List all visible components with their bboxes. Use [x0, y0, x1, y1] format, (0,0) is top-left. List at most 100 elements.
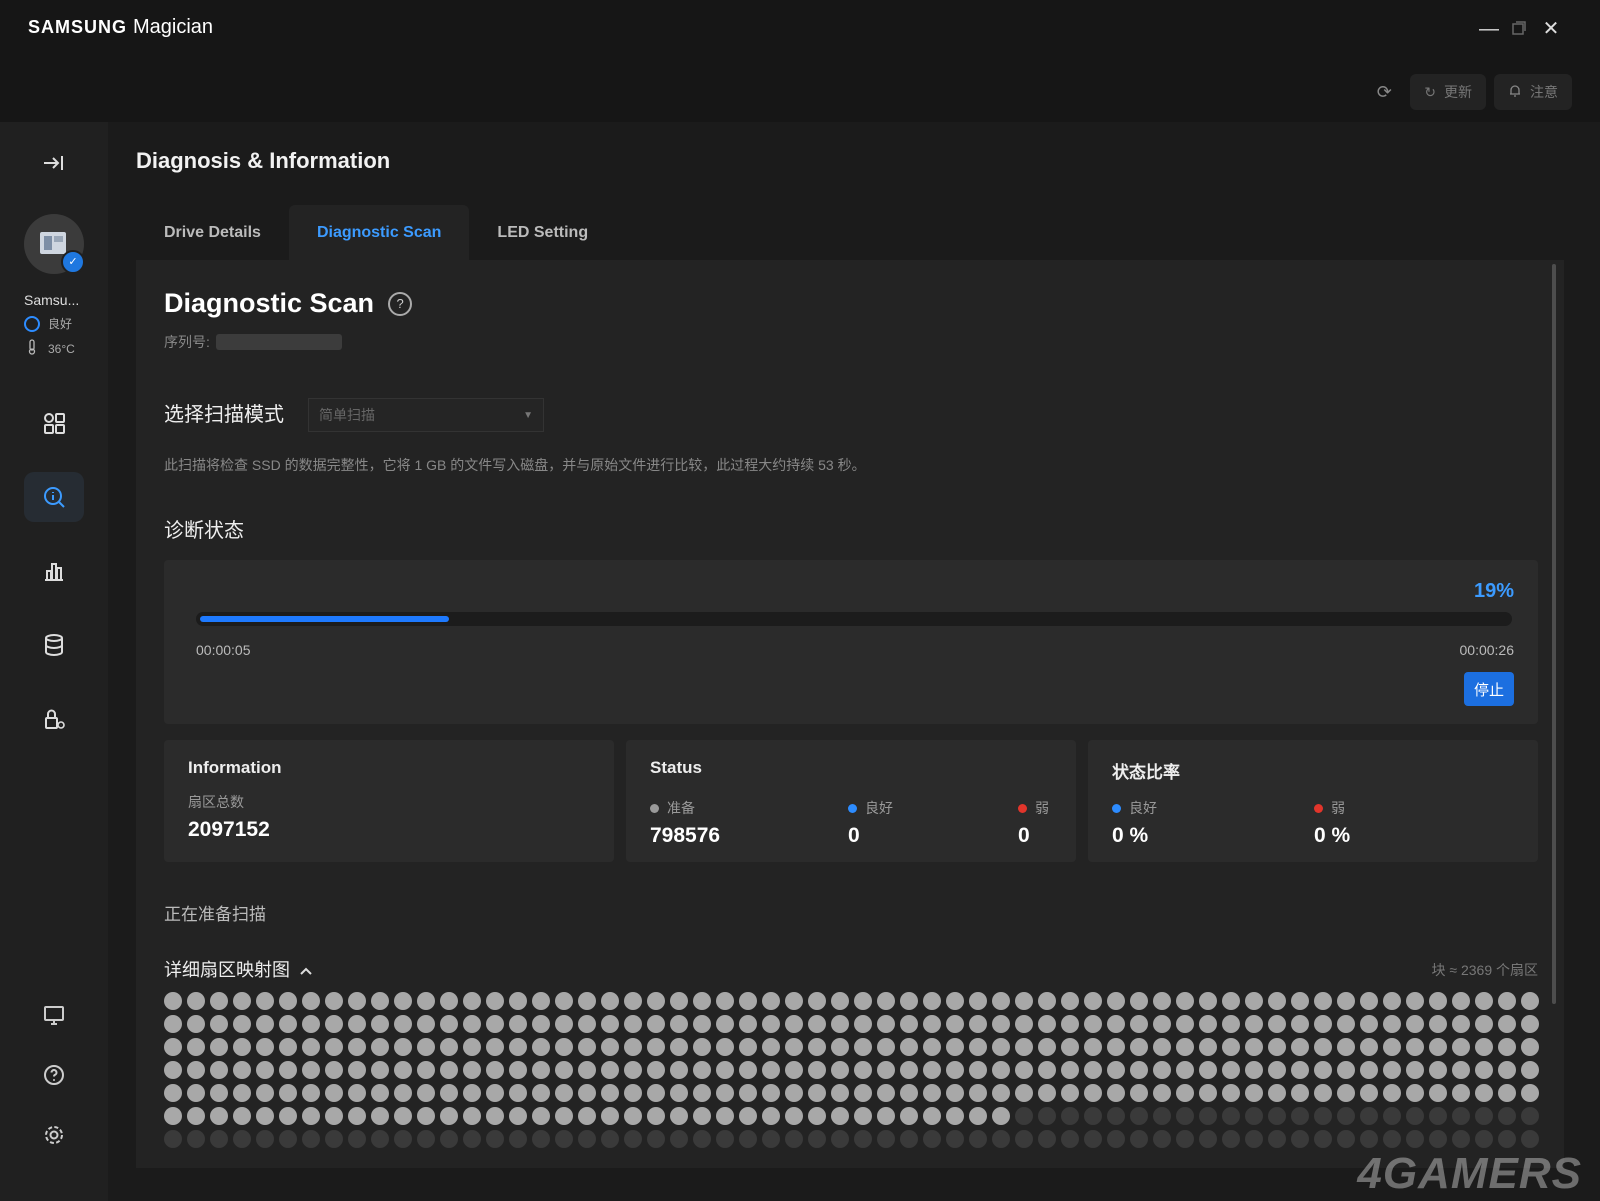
sector-block: [509, 1130, 527, 1148]
sector-block: [1061, 1107, 1079, 1125]
tab-drive-details[interactable]: Drive Details: [136, 205, 289, 260]
benchmark-icon[interactable]: [24, 546, 84, 596]
scan-title: Diagnostic Scan ?: [164, 288, 413, 319]
sector-block: [256, 1130, 274, 1148]
sector-block: [1107, 1038, 1125, 1056]
question-icon[interactable]: ?: [388, 291, 413, 316]
sector-block: [923, 992, 941, 1010]
sector-block: [693, 992, 711, 1010]
sector-block: [1038, 1038, 1056, 1056]
sector-block: [785, 1130, 803, 1148]
sector-block: [877, 1038, 895, 1056]
sector-block: [1521, 992, 1539, 1010]
scrollbar[interactable]: [1552, 264, 1556, 1004]
ratio-good: 良好 0 %: [1112, 798, 1157, 848]
sector-block: [578, 1107, 596, 1125]
diagnosis-icon[interactable]: [24, 472, 84, 522]
tab-led-setting[interactable]: LED Setting: [469, 205, 616, 260]
sector-block: [601, 992, 619, 1010]
sector-block: [1199, 1015, 1217, 1033]
serial-label: 序列号:: [164, 334, 210, 350]
sector-block: [1383, 1015, 1401, 1033]
scan-mode-select[interactable]: 简单扫描 ▼: [308, 398, 544, 432]
update-label: 更新: [1444, 84, 1472, 100]
dashboard-icon[interactable]: [24, 398, 84, 448]
sector-block: [1084, 1038, 1102, 1056]
data-management-icon[interactable]: [24, 620, 84, 670]
sector-block: [647, 1107, 665, 1125]
sector-block: [1314, 1061, 1332, 1079]
security-icon[interactable]: [24, 694, 84, 744]
maximize-icon[interactable]: [1504, 14, 1534, 44]
sector-block: [854, 1130, 872, 1148]
sector-block: [1360, 1015, 1378, 1033]
ready-value: 798576: [650, 824, 721, 847]
sector-block: [348, 1084, 366, 1102]
sector-block: [1107, 1130, 1125, 1148]
sector-block: [670, 1130, 688, 1148]
sector-block: [969, 1015, 987, 1033]
sector-block: [210, 992, 228, 1010]
sector-block: [210, 1107, 228, 1125]
display-icon[interactable]: [24, 990, 84, 1040]
brand-name: SAMSUNG: [28, 17, 128, 37]
status-card: Status 准备 798576 良好 0 弱 0: [626, 740, 1076, 862]
update-button[interactable]: ↻ 更新: [1410, 74, 1486, 110]
ready-dot-icon: [650, 803, 659, 813]
sector-block: [325, 1084, 343, 1102]
block-size-note: 块 ≈ 2369 个扇区: [1431, 962, 1539, 978]
ratio-weak: 弱 0 %: [1314, 798, 1350, 848]
sector-block: [808, 1061, 826, 1079]
sector-block: [256, 1015, 274, 1033]
sector-block: [647, 1015, 665, 1033]
sector-block: [187, 1107, 205, 1125]
sector-block: [1475, 1130, 1493, 1148]
sector-block: [394, 1107, 412, 1125]
settings-icon[interactable]: [24, 1110, 84, 1160]
sector-block: [463, 1061, 481, 1079]
sector-block: [877, 1107, 895, 1125]
stop-button[interactable]: 停止: [1464, 672, 1514, 706]
sector-block: [1107, 1107, 1125, 1125]
notice-button[interactable]: 注意: [1494, 74, 1572, 110]
sector-block: [555, 1038, 573, 1056]
help-icon[interactable]: [24, 1050, 84, 1100]
sector-block: [463, 1130, 481, 1148]
sector-block: [716, 1130, 734, 1148]
refresh-button[interactable]: ⟳: [1366, 74, 1402, 110]
sector-block: [1268, 992, 1286, 1010]
sector-block: [394, 1061, 412, 1079]
tab-diagnostic-scan[interactable]: Diagnostic Scan: [288, 205, 470, 260]
sector-block: [762, 1107, 780, 1125]
sector-block: [463, 1038, 481, 1056]
sector-block: [1153, 1015, 1171, 1033]
sector-block: [1406, 992, 1424, 1010]
status-ready: 准备 798576: [650, 798, 720, 848]
information-card: Information 扇区总数 2097152: [164, 740, 614, 862]
sector-block: [1153, 1107, 1171, 1125]
diagnostic-scan-panel: Diagnostic Scan ? 序列号: 选择扫描模式 简单扫描 ▼ 此扫描…: [136, 260, 1564, 1168]
collapse-icon[interactable]: [24, 138, 84, 188]
sector-map-toggle[interactable]: 详细扇区映射图: [164, 956, 312, 982]
sector-block: [1222, 1107, 1240, 1125]
sector-block: [302, 1061, 320, 1079]
sector-block: [762, 992, 780, 1010]
close-icon[interactable]: ✕: [1536, 14, 1566, 44]
bell-icon: [1508, 84, 1522, 101]
sector-block: [164, 1130, 182, 1148]
sector-block: [1498, 1084, 1516, 1102]
sector-block: [946, 1015, 964, 1033]
sector-block: [877, 1015, 895, 1033]
sector-block: [1429, 992, 1447, 1010]
sector-block: [233, 1084, 251, 1102]
sector-block: [1015, 1130, 1033, 1148]
sector-block: [1268, 1038, 1286, 1056]
sector-block: [1245, 1038, 1263, 1056]
sector-block: [831, 1015, 849, 1033]
minimize-icon[interactable]: —: [1474, 14, 1504, 44]
sector-block: [1475, 1038, 1493, 1056]
sector-block: [440, 1107, 458, 1125]
sector-block: [647, 1061, 665, 1079]
preparing-scan-text: 正在准备扫描: [164, 905, 266, 924]
sector-block: [647, 1038, 665, 1056]
